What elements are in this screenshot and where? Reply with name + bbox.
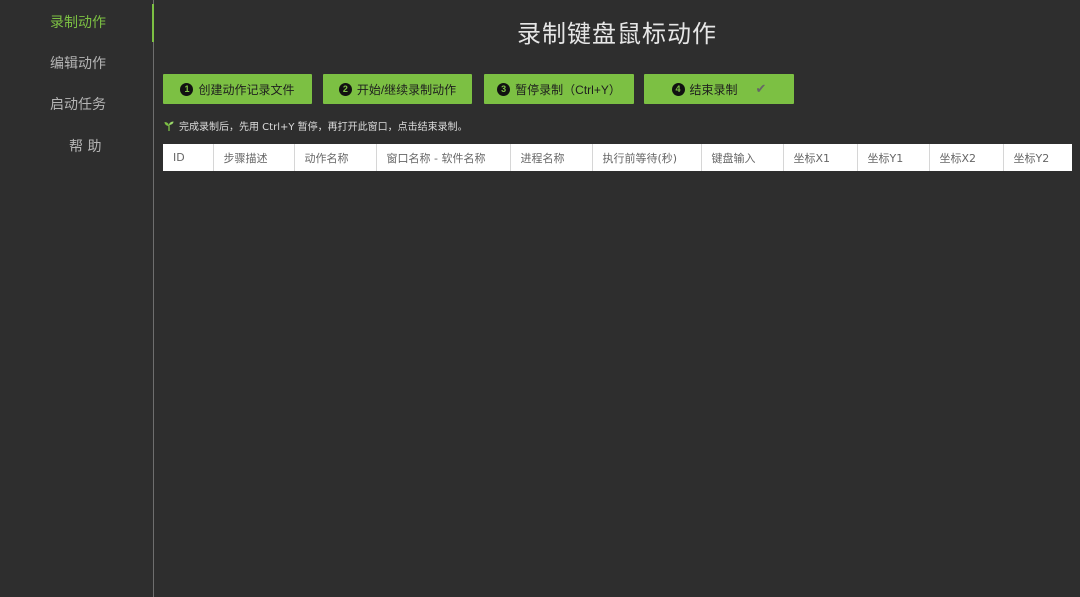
sidebar-item-label: 帮 助	[69, 139, 102, 155]
column-header-keyboard-input[interactable]: 键盘输入	[701, 144, 784, 171]
button-label: 开始/继续录制动作	[356, 82, 457, 97]
create-record-file-button[interactable]: 1 创建动作记录文件	[163, 74, 312, 104]
sidebar-item-start-task[interactable]: 启动任务	[0, 85, 153, 125]
column-header-wait-before[interactable]: 执行前等待(秒)	[592, 144, 702, 171]
sidebar: 录制动作 编辑动作 启动任务 帮 助	[0, 0, 154, 597]
hint-text: 完成录制后，先用 Ctrl+Y 暂停，再打开此窗口，点击结束录制。	[179, 122, 468, 133]
hint-text-row: 完成录制后，先用 Ctrl+Y 暂停，再打开此窗口，点击结束录制。	[163, 118, 468, 133]
button-label: 暂停录制（Ctrl+Y）	[515, 82, 621, 97]
step-number-icon: 3	[497, 82, 511, 96]
button-label: 结束录制	[689, 82, 738, 97]
column-header-y1[interactable]: 坐标Y1	[857, 144, 930, 171]
sidebar-item-edit[interactable]: 编辑动作	[0, 44, 153, 84]
sidebar-item-record[interactable]: 录制动作	[0, 3, 153, 43]
sidebar-item-help[interactable]: 帮 助	[0, 127, 153, 167]
check-icon: ✔	[755, 81, 767, 96]
sprout-icon	[164, 121, 174, 131]
column-header-process-name[interactable]: 进程名称	[510, 144, 593, 171]
table-header-row: ID 步骤描述 动作名称 窗口名称 - 软件名称 进程名称 执行前等待(秒) 键…	[163, 144, 1072, 171]
end-record-button[interactable]: 4 结束录制 ✔	[644, 74, 794, 104]
column-header-id[interactable]: ID	[163, 144, 214, 171]
pause-record-button[interactable]: 3 暂停录制（Ctrl+Y）	[484, 74, 634, 104]
column-header-y2[interactable]: 坐标Y2	[1003, 144, 1072, 171]
step-number-icon: 2	[338, 82, 352, 96]
column-header-x2[interactable]: 坐标X2	[929, 144, 1004, 171]
button-label: 创建动作记录文件	[198, 82, 295, 97]
column-header-step-description[interactable]: 步骤描述	[213, 144, 295, 171]
actions-table: ID 步骤描述 动作名称 窗口名称 - 软件名称 进程名称 执行前等待(秒) 键…	[163, 144, 1072, 171]
app-window: 录制动作 编辑动作 启动任务 帮 助 录制键盘鼠标动作 1 创建动作记录文件 2…	[0, 0, 1080, 597]
step-number-icon: 4	[671, 82, 685, 96]
column-header-x1[interactable]: 坐标X1	[783, 144, 858, 171]
column-header-window-name[interactable]: 窗口名称 - 软件名称	[376, 144, 511, 171]
column-header-action-name[interactable]: 动作名称	[294, 144, 377, 171]
page-title: 录制键盘鼠标动作	[517, 20, 717, 48]
sidebar-item-label: 编辑动作	[50, 56, 106, 72]
sidebar-item-label: 录制动作	[50, 15, 106, 31]
sidebar-item-label: 启动任务	[50, 97, 106, 113]
start-continue-record-button[interactable]: 2 开始/继续录制动作	[323, 74, 472, 104]
step-number-icon: 1	[180, 82, 194, 96]
